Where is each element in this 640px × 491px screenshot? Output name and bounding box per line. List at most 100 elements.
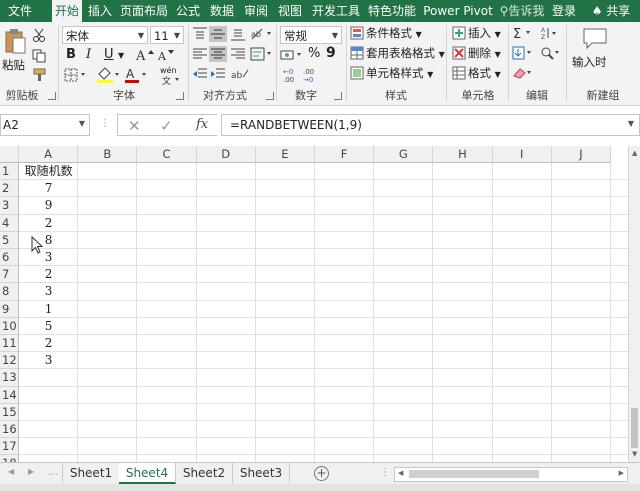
comma-button[interactable]: 9 <box>326 46 336 60</box>
enter-time-button[interactable]: 输入时 <box>572 55 607 69</box>
row-header-17[interactable]: 17 <box>0 438 19 456</box>
scroll-down-icon[interactable]: ▼ <box>632 450 637 458</box>
column-header-d[interactable]: D <box>196 146 256 163</box>
decrease-font-icon[interactable]: A <box>157 48 176 65</box>
menu-insert[interactable]: 插入 <box>86 0 114 22</box>
horizontal-scrollbar[interactable]: ◀ ▶ <box>394 467 628 482</box>
decrease-indent-icon[interactable] <box>192 67 208 84</box>
menu-features[interactable]: 特色功能 <box>366 0 418 22</box>
font-name-select[interactable]: 宋体 ▼ <box>62 26 148 44</box>
menu-view[interactable]: 视图 <box>276 0 304 22</box>
scrollbar-thumb[interactable] <box>409 470 539 478</box>
row-header-12[interactable]: 12 <box>0 352 19 370</box>
increase-decimal-icon[interactable]: ←0.00 <box>282 67 302 86</box>
clipboard-dialog-launcher[interactable] <box>48 92 56 100</box>
menu-file[interactable]: 文件 <box>0 0 40 22</box>
share-button[interactable]: ♠ 共享 <box>584 0 638 22</box>
menu-home[interactable]: 开始 <box>52 0 82 22</box>
prev-sheet-icon[interactable]: ◀ <box>8 467 14 476</box>
sort-filter-icon[interactable]: AZ <box>540 26 562 43</box>
column-header-i[interactable]: I <box>492 146 552 163</box>
menu-developer[interactable]: 开发工具 <box>310 0 362 22</box>
format-cells-button[interactable]: 格式 ▼ <box>468 66 501 82</box>
cancel-icon[interactable]: ✕ <box>128 117 141 135</box>
cell-a4[interactable]: 2 <box>19 215 78 232</box>
next-sheet-icon[interactable]: ▶ <box>28 467 34 476</box>
cell-a2[interactable]: 7 <box>19 180 78 197</box>
chevron-down-icon[interactable]: ▼ <box>118 49 124 63</box>
fill-down-icon[interactable] <box>512 46 534 63</box>
bold-button[interactable]: B <box>66 48 76 62</box>
select-all-corner[interactable] <box>0 146 19 163</box>
format-painter-icon[interactable] <box>32 68 48 85</box>
worksheet-grid[interactable]: ABCDEFGHIJ123456789101112131415161718取随机… <box>0 146 628 473</box>
menu-page-layout[interactable]: 页面布局 <box>118 0 170 22</box>
find-select-icon[interactable] <box>540 46 562 63</box>
row-header-11[interactable]: 11 <box>0 335 19 353</box>
align-center-icon[interactable] <box>209 46 227 62</box>
login-button[interactable]: 登录 <box>548 0 580 22</box>
menu-power-pivot[interactable]: Power Pivot <box>422 0 494 22</box>
wrap-text-icon[interactable] <box>250 47 274 64</box>
delete-cells-button[interactable]: 删除 ▼ <box>468 46 501 62</box>
font-color-icon[interactable]: A <box>124 66 150 87</box>
row-header-6[interactable]: 6 <box>0 249 19 267</box>
sheet-tab[interactable]: Sheet3 <box>233 463 290 483</box>
align-top-icon[interactable] <box>192 27 208 44</box>
row-header-10[interactable]: 10 <box>0 317 19 335</box>
sheet-tab[interactable]: Sheet2 <box>176 463 233 483</box>
column-header-c[interactable]: C <box>137 146 197 163</box>
cell-a6[interactable]: 3 <box>19 249 78 266</box>
menu-formulas[interactable]: 公式 <box>174 0 202 22</box>
enter-check-icon[interactable]: ✓ <box>160 117 173 135</box>
formula-input[interactable]: =RANDBETWEEN(1,9) ▼ <box>221 114 640 136</box>
scrollbar-thumb[interactable] <box>631 408 638 448</box>
split-handle-icon[interactable]: ⋮ <box>380 467 390 478</box>
borders-icon[interactable] <box>64 68 88 85</box>
align-middle-icon[interactable] <box>209 26 227 42</box>
column-header-e[interactable]: E <box>255 146 315 163</box>
row-header-15[interactable]: 15 <box>0 403 19 421</box>
sheet-tab[interactable]: Sheet1 <box>62 463 120 483</box>
row-header-9[interactable]: 9 <box>0 300 19 318</box>
cell-a1-header[interactable]: 取随机数 <box>19 163 78 180</box>
underline-button[interactable]: U <box>104 48 114 62</box>
italic-button[interactable]: I <box>86 48 91 62</box>
row-header-4[interactable]: 4 <box>0 214 19 232</box>
number-format-select[interactable]: 常规 ▼ <box>280 26 342 44</box>
cell-a10[interactable]: 5 <box>19 318 78 335</box>
row-header-5[interactable]: 5 <box>0 231 19 249</box>
scroll-left-icon[interactable]: ◀ <box>398 469 403 477</box>
decrease-decimal-icon[interactable]: .00 →0 <box>302 67 322 86</box>
insert-function-button[interactable]: fx <box>196 117 208 132</box>
autosum-icon[interactable]: Σ <box>512 26 534 43</box>
name-box[interactable]: A2 ▼ <box>0 114 90 136</box>
cell-styles-button[interactable]: 单元格样式 ▼ <box>366 66 433 82</box>
increase-indent-icon[interactable] <box>210 67 226 84</box>
row-header-16[interactable]: 16 <box>0 421 19 439</box>
cell-a11[interactable]: 2 <box>19 335 78 352</box>
row-header-3[interactable]: 3 <box>0 197 19 215</box>
sheet-tab-active[interactable]: Sheet4 <box>119 463 176 484</box>
row-header-14[interactable]: 14 <box>0 386 19 404</box>
align-right-icon[interactable] <box>230 47 246 64</box>
scroll-up-icon[interactable]: ▲ <box>632 149 637 157</box>
column-header-f[interactable]: F <box>315 146 375 163</box>
column-header-h[interactable]: H <box>433 146 493 163</box>
drag-handle-icon[interactable]: ⋮ <box>100 118 110 129</box>
row-header-7[interactable]: 7 <box>0 266 19 284</box>
column-header-b[interactable]: B <box>78 146 138 163</box>
column-header-a[interactable]: A <box>19 146 79 163</box>
menu-review[interactable]: 审阅 <box>242 0 270 22</box>
font-dialog-launcher[interactable] <box>176 92 184 100</box>
column-header-g[interactable]: G <box>374 146 434 163</box>
vertical-scrollbar[interactable]: ▲ ▼ <box>628 146 640 462</box>
menu-data[interactable]: 数据 <box>208 0 236 22</box>
cut-icon[interactable] <box>32 28 46 45</box>
cell-a5[interactable]: 8 <box>19 232 78 249</box>
copy-icon[interactable] <box>32 49 48 66</box>
tell-me-box[interactable]: ⚲告诉我 <box>498 0 546 22</box>
row-header-13[interactable]: 13 <box>0 369 19 387</box>
alignment-dialog-launcher[interactable] <box>266 92 274 100</box>
speech-bubble-icon[interactable] <box>582 27 608 54</box>
